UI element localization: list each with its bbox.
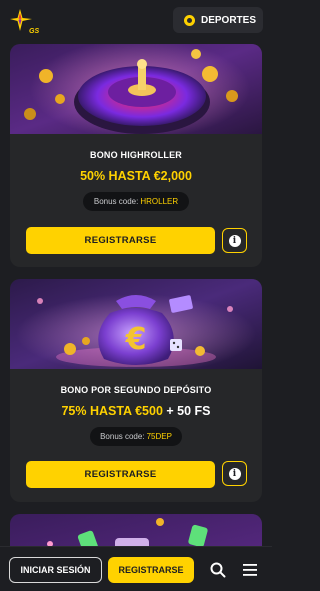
info-button[interactable]: i [222, 461, 247, 486]
bonus-code-label: Bonus code: [93, 197, 139, 206]
money-bag-banner-image: € [10, 279, 262, 369]
register-button[interactable]: REGISTRARSE [26, 461, 215, 488]
bottom-register-button[interactable]: REGISTRARSE [108, 557, 194, 583]
bottom-action-bar: INICIAR SESIÓN REGISTRARSE [0, 546, 272, 591]
promo-offer: 50% HASTA €2,000 [10, 169, 262, 183]
info-icon: i [228, 467, 241, 480]
bonus-code-label: Bonus code: [100, 432, 145, 441]
search-icon[interactable] [210, 562, 226, 578]
promo-offer-highlight: 50% HASTA €2,000 [80, 169, 192, 183]
promo-title: BONO HIGHROLLER [90, 150, 182, 160]
sports-button[interactable]: DEPORTES [173, 7, 263, 33]
soccer-ball-icon [184, 14, 195, 26]
info-button[interactable]: i [222, 228, 247, 253]
svg-text:€: € [125, 322, 147, 357]
top-header: GS DEPORTES [0, 0, 272, 42]
promo-title: BONO POR SEGUNDO DEPÓSITO [60, 385, 212, 395]
roulette-banner-image [10, 44, 262, 134]
hamburger-menu-icon[interactable] [243, 563, 257, 577]
promo-offer-highlight: 75% HASTA €500 [61, 404, 163, 418]
promo-card-second-deposit: € BONO POR SEGUNDO DEPÓSITO 75% HASTA €5… [10, 279, 262, 502]
promo-offer-extra: + 50 FS [166, 404, 211, 418]
bonus-code-badge: Bonus code: HROLLER [83, 192, 189, 211]
bonus-code-value: HROLLER [140, 197, 179, 206]
sports-button-label: DEPORTES [201, 14, 257, 26]
bonus-code-badge: Bonus code: 75DEP [90, 427, 182, 446]
bonus-code-value: 75DEP [146, 432, 172, 441]
logo-text: GS [29, 28, 40, 35]
promo-card-highroller: BONO HIGHROLLER 50% HASTA €2,000 Bonus c… [10, 44, 262, 267]
info-icon: i [228, 234, 241, 247]
register-button[interactable]: REGISTRARSE [26, 227, 215, 254]
logo[interactable]: GS [10, 9, 40, 35]
login-button[interactable]: INICIAR SESIÓN [9, 557, 102, 583]
promo-offer: 75% HASTA €500 + 50 FS [10, 404, 262, 418]
